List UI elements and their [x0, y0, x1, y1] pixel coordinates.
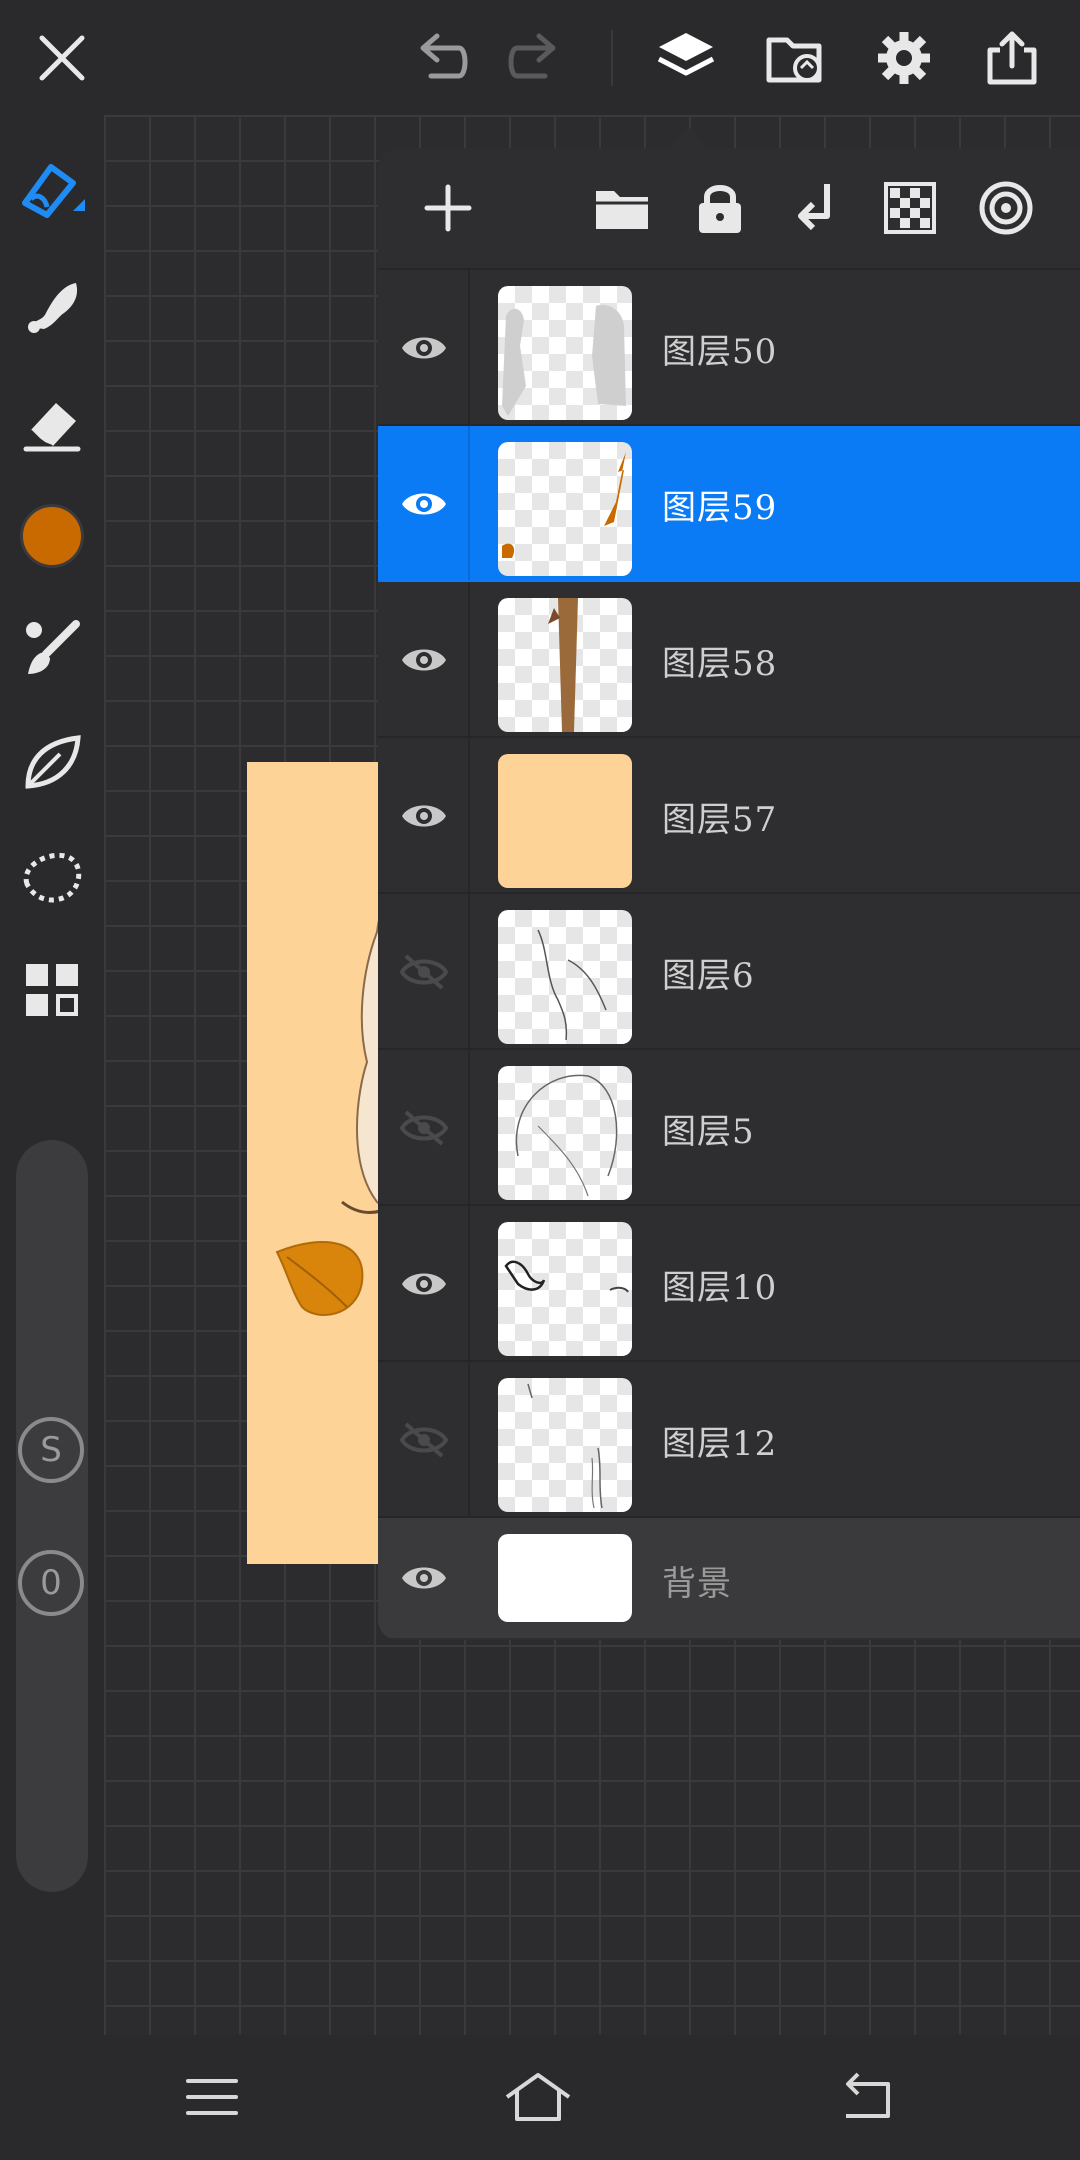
visibility-eye-icon[interactable]: [396, 1256, 452, 1312]
color-swatch[interactable]: [14, 498, 90, 574]
merge-down-icon[interactable]: [780, 172, 852, 244]
layers-panel: 图层50 图层59 图层58 图层57 图层6 图层5 图层10 图层12 背景: [378, 148, 1080, 1640]
toolbar-divider: [611, 30, 613, 86]
visibility-eye-icon[interactable]: [396, 632, 452, 688]
size-button[interactable]: S: [18, 1417, 84, 1483]
share-icon[interactable]: [976, 22, 1048, 94]
lasso-select-icon[interactable]: [14, 838, 90, 914]
leaf-brush-icon[interactable]: [14, 724, 90, 800]
background-layer-row[interactable]: 背景: [378, 1518, 1080, 1638]
layer-list: 图层50 图层59 图层58 图层57 图层6 图层5 图层10 图层12 背景: [378, 270, 1080, 1638]
layer-thumbnail: [498, 1222, 632, 1356]
layer-settings-icon[interactable]: [970, 172, 1042, 244]
transparency-icon[interactable]: [874, 172, 946, 244]
layer-row[interactable]: 图层10: [378, 1206, 1080, 1362]
add-layer-icon[interactable]: [412, 172, 484, 244]
layer-thumbnail: [498, 598, 632, 732]
hidden-eye-icon[interactable]: [396, 1100, 452, 1156]
opacity-button-label: 0: [40, 1563, 62, 1603]
apps-icon[interactable]: [14, 952, 90, 1028]
layer-thumbnail: [498, 754, 632, 888]
app-screen: S 0 图层50 图层59 图层58 图层57 图层6 图层5 图层10 图层1…: [0, 0, 1080, 2160]
brush-library-icon[interactable]: [14, 610, 90, 686]
layers-panel-header: [378, 148, 1080, 270]
layer-thumbnail: [498, 442, 632, 576]
size-button-label: S: [40, 1430, 62, 1470]
layer-thumbnail: [498, 910, 632, 1044]
layer-thumbnail: [498, 1378, 632, 1512]
layer-row[interactable]: 图层58: [378, 582, 1080, 738]
visibility-eye-icon[interactable]: [396, 1550, 452, 1606]
layer-thumbnail: [498, 1066, 632, 1200]
layer-thumbnail: [498, 286, 632, 420]
layer-name: 图层58: [662, 644, 778, 684]
redo-icon[interactable]: [500, 22, 572, 94]
layer-name: 图层5: [662, 1112, 755, 1152]
brush-icon[interactable]: [14, 150, 90, 226]
layer-row[interactable]: 图层6: [378, 894, 1080, 1050]
layer-thumbnail: [498, 1534, 632, 1622]
visibility-eye-icon[interactable]: [396, 476, 452, 532]
layer-name: 背景: [662, 1564, 732, 1604]
hidden-eye-icon[interactable]: [396, 944, 452, 1000]
layers-icon[interactable]: [650, 22, 722, 94]
layer-name: 图层50: [662, 332, 778, 372]
undo-icon[interactable]: [404, 22, 476, 94]
top-toolbar: [0, 0, 1080, 115]
opacity-button[interactable]: 0: [18, 1550, 84, 1616]
visibility-eye-icon[interactable]: [396, 788, 452, 844]
layer-row[interactable]: 图层5: [378, 1050, 1080, 1206]
layer-name: 图层59: [662, 488, 778, 528]
import-icon[interactable]: [760, 22, 832, 94]
layer-row[interactable]: 图层12: [378, 1362, 1080, 1518]
folder-icon[interactable]: [586, 172, 658, 244]
layer-name: 图层12: [662, 1424, 778, 1464]
layers-panel-pointer: [670, 126, 706, 148]
home-icon[interactable]: [502, 2065, 574, 2129]
layer-name: 图层57: [662, 800, 778, 840]
eraser-icon[interactable]: [14, 385, 90, 461]
layer-name: 图层10: [662, 1268, 778, 1308]
layer-row-selected[interactable]: 图层59: [378, 426, 1080, 582]
back-icon[interactable]: [830, 2065, 902, 2129]
smudge-icon[interactable]: [14, 267, 90, 343]
close-icon[interactable]: [26, 22, 98, 94]
layer-name: 图层6: [662, 956, 755, 996]
lock-icon[interactable]: [684, 172, 756, 244]
layer-row[interactable]: 图层57: [378, 738, 1080, 894]
system-nav-bar: [0, 2035, 1080, 2160]
layer-row[interactable]: 图层50: [378, 270, 1080, 426]
brush-size-slider[interactable]: [16, 1140, 88, 1892]
settings-icon[interactable]: [868, 22, 940, 94]
hidden-eye-icon[interactable]: [396, 1412, 452, 1468]
menu-icon[interactable]: [176, 2065, 248, 2129]
visibility-eye-icon[interactable]: [396, 320, 452, 376]
